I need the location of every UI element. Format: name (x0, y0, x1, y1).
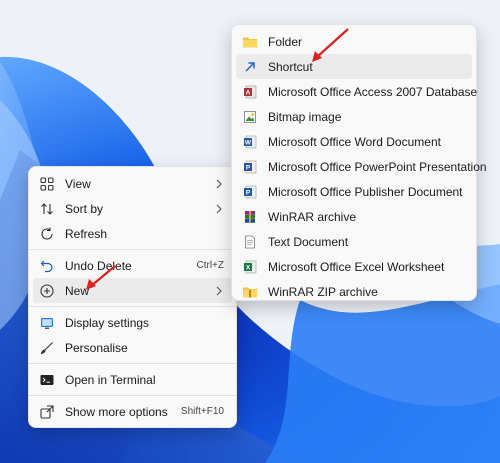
grid-view-icon (39, 176, 55, 192)
menu-item-label: Personalise (65, 340, 128, 355)
brush-icon (39, 340, 55, 356)
svg-text:P: P (246, 165, 251, 172)
new-item-access-database[interactable]: A Microsoft Office Access 2007 Database (236, 79, 477, 104)
menu-separator (29, 306, 236, 307)
submenu-item-label: Microsoft Office Publisher Document (268, 185, 463, 200)
sort-icon (39, 201, 55, 217)
menu-item-sort-by[interactable]: Sort by (33, 196, 232, 221)
submenu-item-label: WinRAR archive (268, 210, 357, 225)
access-icon: A (242, 84, 258, 100)
refresh-icon (39, 226, 55, 242)
menu-item-label: New (65, 283, 90, 298)
submenu-item-label: Text Document (268, 235, 349, 250)
submenu-item-label: Folder (268, 34, 303, 49)
desktop[interactable]: View Sort by Refresh Undo Delete Ctrl+Z (0, 0, 500, 463)
svg-text:X: X (246, 265, 251, 272)
bitmap-icon (242, 109, 258, 125)
menu-item-refresh[interactable]: Refresh (33, 221, 232, 246)
new-item-word-document[interactable]: W Microsoft Office Word Document (236, 129, 472, 154)
submenu-item-label: Microsoft Office Word Document (268, 134, 441, 149)
menu-item-label: Refresh (65, 226, 108, 241)
keyboard-shortcut: Ctrl+Z (196, 260, 225, 271)
menu-item-undo-delete[interactable]: Undo Delete Ctrl+Z (33, 253, 232, 278)
chevron-right-icon (216, 179, 222, 189)
new-item-publisher-document[interactable]: P Microsoft Office Publisher Document (236, 180, 472, 205)
zip-folder-icon (242, 284, 258, 300)
publisher-icon: P (242, 184, 258, 200)
new-item-shortcut[interactable]: Shortcut (236, 54, 472, 80)
chevron-right-icon (216, 204, 222, 214)
menu-item-new[interactable]: New (33, 278, 232, 303)
word-icon: W (242, 134, 258, 150)
new-item-bitmap-image[interactable]: Bitmap image (236, 104, 472, 129)
new-item-powerpoint-presentation[interactable]: P Microsoft Office PowerPoint Presentati… (236, 154, 487, 179)
chevron-right-icon (216, 286, 222, 296)
winrar-icon (242, 209, 258, 225)
menu-item-personalise[interactable]: Personalise (33, 335, 232, 360)
desktop-context-menu: View Sort by Refresh Undo Delete Ctrl+Z (28, 166, 237, 428)
folder-icon (242, 34, 258, 50)
keyboard-shortcut: Shift+F10 (180, 406, 224, 417)
new-item-text-document[interactable]: Text Document (236, 230, 472, 255)
menu-item-view[interactable]: View (33, 171, 232, 196)
menu-separator (29, 363, 236, 364)
submenu-item-label: Bitmap image (268, 109, 342, 124)
undo-icon (39, 258, 55, 274)
submenu-item-label: Microsoft Office Excel Worksheet (268, 260, 445, 275)
svg-text:W: W (245, 139, 252, 146)
menu-separator (29, 395, 236, 396)
new-item-winrar-archive[interactable]: WinRAR archive (236, 205, 472, 230)
svg-text:P: P (246, 190, 251, 197)
menu-item-label: Undo Delete (65, 258, 132, 273)
menu-item-label: Sort by (65, 201, 104, 216)
new-item-excel-worksheet[interactable]: X Microsoft Office Excel Worksheet (236, 255, 472, 280)
submenu-item-label: Microsoft Office PowerPoint Presentation (268, 160, 487, 175)
new-submenu: Folder Shortcut A Microsoft Office Acces… (231, 24, 487, 301)
menu-item-label: View (65, 176, 91, 191)
svg-text:A: A (246, 89, 251, 96)
new-item-winrar-zip-archive[interactable]: WinRAR ZIP archive (236, 280, 472, 305)
new-item-folder[interactable]: Folder (236, 29, 472, 54)
menu-item-open-in-terminal[interactable]: Open in Terminal (33, 367, 232, 392)
menu-separator (29, 249, 236, 250)
menu-item-label: Show more options (65, 404, 168, 419)
display-icon (39, 315, 55, 331)
submenu-item-label: Shortcut (268, 59, 313, 74)
excel-icon: X (242, 259, 258, 275)
menu-item-label: Open in Terminal (65, 372, 156, 387)
submenu-item-label: WinRAR ZIP archive (268, 285, 378, 300)
terminal-icon (39, 372, 55, 388)
powerpoint-icon: P (242, 159, 258, 175)
share-icon (39, 404, 55, 420)
submenu-item-label: Microsoft Office Access 2007 Database (268, 84, 478, 99)
menu-item-show-more-options[interactable]: Show more options Shift+F10 (33, 399, 232, 424)
shortcut-arrow-icon (242, 59, 258, 75)
plus-circle-icon (39, 283, 55, 299)
menu-item-display-settings[interactable]: Display settings (33, 310, 232, 335)
menu-item-label: Display settings (65, 315, 150, 330)
text-document-icon (242, 234, 258, 250)
